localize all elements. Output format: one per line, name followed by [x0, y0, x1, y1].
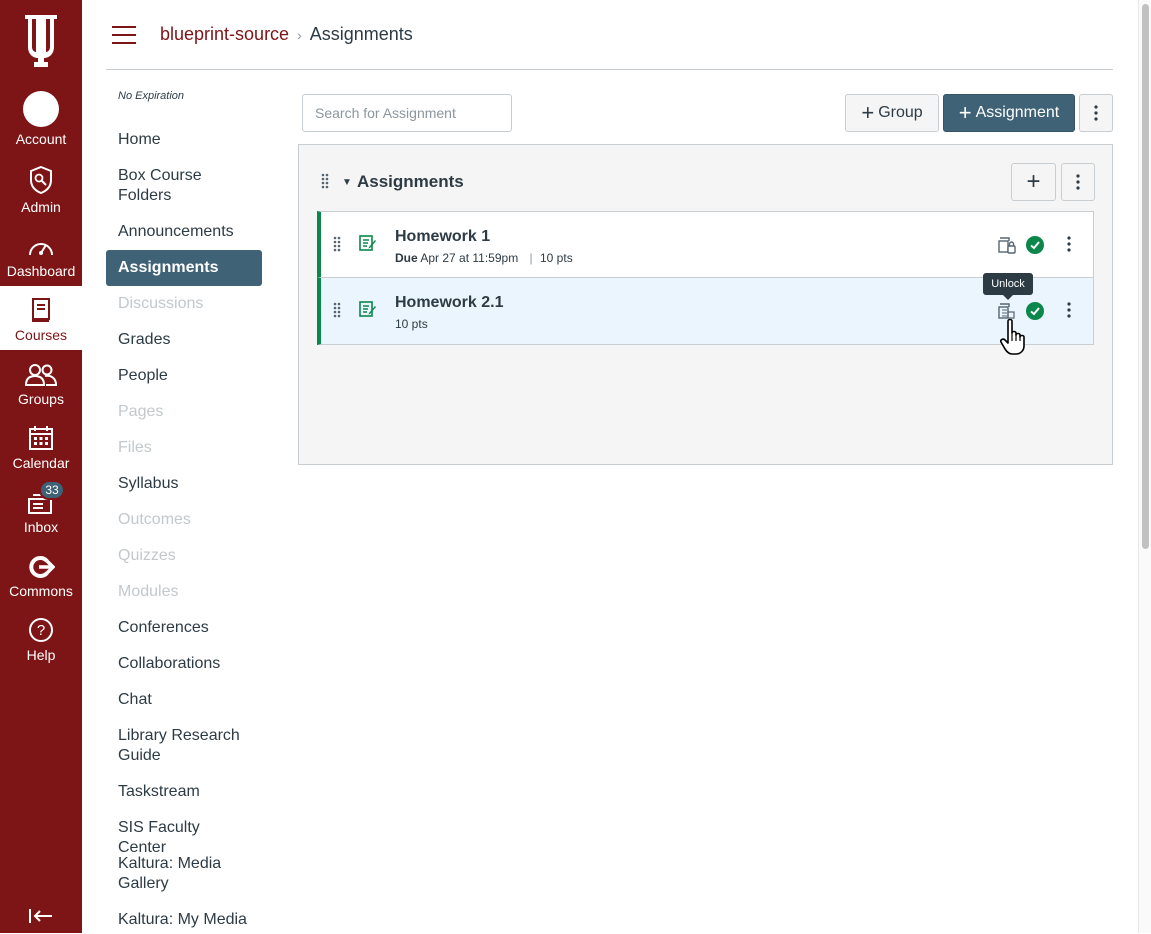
plus-icon: +	[861, 100, 875, 125]
course-nav-collaborations[interactable]: Collaborations	[106, 654, 262, 674]
assignment-row[interactable]: Homework 1 Due Apr 27 at 11:59pm | 10 pt…	[317, 211, 1094, 278]
course-nav-outcomes[interactable]: Outcomes	[106, 510, 262, 530]
course-nav-grades[interactable]: Grades	[106, 330, 262, 350]
calendar-nav-item[interactable]: Calendar	[0, 414, 82, 478]
avatar	[23, 91, 59, 127]
page-header: blueprint-source › Assignments	[106, 0, 1113, 70]
course-nav-discussions[interactable]: Discussions	[106, 294, 262, 314]
assignment-meta: 10 pts	[395, 317, 428, 331]
course-nav-assignments[interactable]: Assignments	[106, 250, 262, 286]
svg-text:?: ?	[37, 622, 45, 639]
breadcrumb: blueprint-source › Assignments	[136, 24, 413, 45]
account-nav-item[interactable]: Account	[0, 90, 82, 154]
hamburger-menu-icon[interactable]	[112, 25, 136, 44]
assignment-meta: Due Apr 27 at 11:59pm | 10 pts	[395, 251, 573, 265]
page-options-button[interactable]	[1079, 94, 1113, 132]
inbox-unread-badge: 33	[39, 480, 65, 500]
commons-nav-item[interactable]: Commons	[0, 542, 82, 606]
admin-nav-item[interactable]: Admin	[0, 158, 82, 222]
course-nav-box-course-folders[interactable]: Box Course Folders	[106, 166, 262, 206]
group-options-button[interactable]	[1061, 163, 1095, 201]
course-nav-kaltura-media-gallery[interactable]: Kaltura: Media Gallery	[106, 854, 262, 894]
plus-icon: +	[1026, 168, 1041, 195]
course-nav-sis-faculty-center[interactable]: SIS Faculty Center	[106, 818, 262, 858]
plus-icon: +	[958, 100, 972, 125]
assignment-group: ▼ Assignments + Homework 1 Due Apr 27 at…	[298, 144, 1113, 465]
course-nav: No Expiration	[106, 90, 266, 116]
course-nav-quizzes[interactable]: Quizzes	[106, 546, 262, 566]
blueprint-lock-icon[interactable]	[997, 235, 1017, 260]
collapse-nav-icon[interactable]	[0, 898, 82, 934]
help-nav-item[interactable]: ? Help	[0, 606, 82, 670]
breadcrumb-separator-icon: ›	[297, 26, 302, 43]
collapse-caret-icon[interactable]: ▼	[342, 177, 352, 188]
course-nav-kaltura-my-media[interactable]: Kaltura: My Media	[106, 910, 262, 930]
people-icon	[24, 357, 58, 387]
assignment-group-header: ▼ Assignments +	[299, 163, 1112, 203]
inbox-nav-item[interactable]: Inbox 33	[0, 478, 82, 542]
iu-logo[interactable]	[0, 0, 82, 82]
course-nav-modules[interactable]: Modules	[106, 582, 262, 602]
book-icon	[30, 293, 52, 323]
groups-nav-item[interactable]: Groups	[0, 350, 82, 414]
kebab-icon[interactable]	[1067, 236, 1071, 257]
scrollbar-thumb[interactable]	[1142, 4, 1149, 549]
drag-handle-icon[interactable]	[333, 236, 341, 257]
add-assignment-to-group-button[interactable]: +	[1011, 163, 1056, 201]
drag-handle-icon[interactable]	[333, 302, 341, 323]
assignment-group-title: Assignments	[357, 172, 464, 191]
commons-icon	[27, 549, 55, 579]
shield-icon	[28, 165, 54, 195]
add-group-button[interactable]: + Group	[845, 94, 939, 132]
course-nav-library-research-guide[interactable]: Library Research Guide	[106, 726, 262, 766]
add-assignment-button[interactable]: + Assignment	[943, 94, 1075, 132]
course-nav-home[interactable]: Home	[106, 130, 262, 150]
assignment-title[interactable]: Homework 2.1	[395, 294, 503, 312]
course-nav-taskstream[interactable]: Taskstream	[106, 782, 262, 802]
kebab-icon[interactable]	[1067, 302, 1071, 323]
breadcrumb-current: Assignments	[309, 24, 413, 44]
course-nav-chat[interactable]: Chat	[106, 690, 262, 710]
assignment-icon	[359, 300, 377, 323]
drag-handle-icon[interactable]	[321, 173, 329, 194]
assignment-title[interactable]: Homework 1	[395, 228, 490, 246]
hand-cursor-icon	[1000, 318, 1030, 361]
assignment-row[interactable]: Homework 2.1 10 pts	[317, 278, 1094, 345]
course-nav-people[interactable]: People	[106, 366, 262, 386]
course-expiration: No Expiration	[118, 90, 185, 102]
global-nav: Account Admin Dashboard Courses Groups C…	[0, 0, 82, 933]
points: 10 pts	[540, 251, 573, 265]
help-icon: ?	[28, 613, 54, 643]
courses-nav-item[interactable]: Courses	[0, 286, 82, 350]
speedometer-icon	[27, 229, 55, 259]
due-date: Apr 27 at 11:59pm	[420, 251, 519, 265]
course-nav-announcements[interactable]: Announcements	[106, 222, 262, 242]
breadcrumb-course-link[interactable]: blueprint-source	[160, 24, 289, 45]
kebab-icon	[1076, 174, 1080, 190]
kebab-icon	[1094, 105, 1098, 121]
points: 10 pts	[395, 317, 428, 331]
assignment-icon	[359, 234, 377, 257]
course-nav-syllabus[interactable]: Syllabus	[106, 474, 262, 494]
course-nav-conferences[interactable]: Conferences	[106, 618, 262, 638]
search-input[interactable]	[302, 94, 512, 132]
published-check-icon[interactable]	[1026, 236, 1044, 259]
page-scrollbar[interactable]	[1138, 0, 1151, 933]
course-nav-files[interactable]: Files	[106, 438, 262, 458]
dashboard-nav-item[interactable]: Dashboard	[0, 222, 82, 286]
unlock-tooltip: Unlock	[983, 273, 1033, 300]
course-nav-pages[interactable]: Pages	[106, 402, 262, 422]
calendar-icon	[28, 421, 54, 451]
